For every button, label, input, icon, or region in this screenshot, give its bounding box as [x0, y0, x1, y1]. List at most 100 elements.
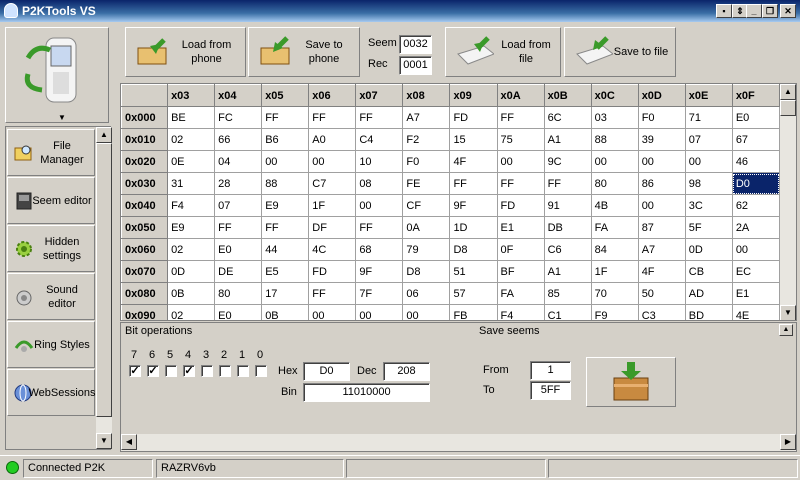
- column-header[interactable]: x06: [308, 84, 357, 107]
- phone-button[interactable]: ▼: [5, 27, 109, 123]
- system-menu-button[interactable]: ▪: [716, 4, 732, 18]
- grid-cell[interactable]: DF: [308, 216, 357, 239]
- row-header[interactable]: 0x050: [121, 216, 169, 239]
- scroll-up-icon[interactable]: ▲: [96, 127, 112, 143]
- bit-checkbox[interactable]: ✓: [147, 365, 159, 377]
- grid-cell[interactable]: 1F: [590, 260, 639, 283]
- grid-cell[interactable]: 87: [637, 216, 686, 239]
- nav-item-sound-editor[interactable]: Sound editor: [7, 273, 95, 320]
- close-button[interactable]: ✕: [780, 4, 796, 18]
- column-header[interactable]: x04: [214, 84, 263, 107]
- grid-cell[interactable]: A1: [543, 260, 592, 283]
- grid-cell[interactable]: 67: [731, 128, 781, 151]
- grid-cell[interactable]: F4: [496, 304, 545, 320]
- panel-collapse-icon[interactable]: ▲: [779, 324, 793, 336]
- grid-cell[interactable]: F0: [402, 150, 451, 173]
- column-header[interactable]: x0F: [731, 84, 781, 107]
- grid-cell[interactable]: 4B: [590, 194, 639, 217]
- grid-cell[interactable]: 9F: [449, 194, 498, 217]
- seem-input[interactable]: 0032: [399, 35, 432, 54]
- grid-cell[interactable]: 91: [543, 194, 592, 217]
- grid-cell[interactable]: A1: [543, 128, 592, 151]
- grid-cell[interactable]: 1D: [449, 216, 498, 239]
- load-from-phone-button[interactable]: Load from phone: [125, 27, 246, 77]
- grid-cell[interactable]: 17: [261, 282, 310, 305]
- load-from-file-button[interactable]: Load from file: [445, 27, 561, 77]
- grid-cell[interactable]: E0: [214, 238, 263, 261]
- save-to-file-button[interactable]: Save to file: [564, 27, 676, 77]
- nav-item-seem-editor[interactable]: Seem editor: [7, 177, 95, 224]
- grid-scroll-thumb[interactable]: [780, 100, 796, 116]
- column-header[interactable]: x09: [449, 84, 498, 107]
- row-header[interactable]: 0x020: [121, 150, 169, 173]
- row-header[interactable]: 0x090: [121, 304, 169, 320]
- grid-cell[interactable]: 28: [214, 172, 263, 195]
- grid-cell[interactable]: 2A: [731, 216, 781, 239]
- grid-cell[interactable]: 08: [355, 172, 404, 195]
- grid-cell[interactable]: E0: [214, 304, 263, 320]
- grid-cell[interactable]: 9F: [355, 260, 404, 283]
- grid-cell[interactable]: 00: [261, 150, 310, 173]
- grid-vertical-scrollbar[interactable]: ▲ ▼: [780, 84, 796, 320]
- grid-cell[interactable]: 7F: [355, 282, 404, 305]
- grid-cell[interactable]: 50: [637, 282, 686, 305]
- grid-cell[interactable]: FB: [449, 304, 498, 320]
- grid-cell[interactable]: 00: [308, 150, 357, 173]
- grid-cell[interactable]: 00: [308, 304, 357, 320]
- grid-cell[interactable]: 00: [731, 238, 781, 261]
- grid-cell[interactable]: 66: [214, 128, 263, 151]
- bit-checkbox[interactable]: [255, 365, 267, 377]
- grid-cell[interactable]: FF: [543, 172, 592, 195]
- grid-cell[interactable]: FF: [496, 106, 545, 129]
- grid-cell[interactable]: BF: [496, 260, 545, 283]
- bin-input[interactable]: 11010000: [303, 383, 430, 402]
- column-header[interactable]: x08: [402, 84, 451, 107]
- scroll-down-icon[interactable]: ▼: [780, 305, 796, 320]
- grid-cell[interactable]: C4: [355, 128, 404, 151]
- grid-cell[interactable]: F2: [402, 128, 451, 151]
- grid-cell[interactable]: FF: [308, 106, 357, 129]
- column-header[interactable]: x03: [167, 84, 216, 107]
- grid-cell[interactable]: 00: [637, 150, 686, 173]
- row-header[interactable]: 0x000: [121, 106, 169, 129]
- grid-cell[interactable]: 02: [167, 238, 216, 261]
- grid-cell[interactable]: E9: [167, 216, 216, 239]
- grid-cell[interactable]: E9: [261, 194, 310, 217]
- grid-cell[interactable]: 75: [496, 128, 545, 151]
- row-header[interactable]: 0x060: [121, 238, 169, 261]
- bit-checkbox[interactable]: ✓: [183, 365, 195, 377]
- grid-cell[interactable]: C3: [637, 304, 686, 320]
- grid-cell[interactable]: 79: [402, 238, 451, 261]
- grid-cell[interactable]: FF: [355, 106, 404, 129]
- grid-cell[interactable]: 6C: [543, 106, 592, 129]
- dec-input[interactable]: 208: [383, 362, 430, 381]
- grid-cell[interactable]: FC: [214, 106, 263, 129]
- grid-cell[interactable]: D8: [402, 260, 451, 283]
- rec-input[interactable]: 0001: [399, 56, 432, 75]
- scroll-right-icon[interactable]: ▶: [780, 434, 796, 450]
- bit-checkbox[interactable]: ✓: [129, 365, 141, 377]
- grid-cell[interactable]: E0: [731, 106, 781, 129]
- grid-cell[interactable]: 00: [355, 194, 404, 217]
- grid-cell[interactable]: C1: [543, 304, 592, 320]
- grid-cell[interactable]: F0: [637, 106, 686, 129]
- grid-cell[interactable]: 0B: [167, 282, 216, 305]
- bottom-horizontal-scrollbar[interactable]: ◀ ▶: [121, 434, 796, 451]
- grid-cell[interactable]: D0: [731, 172, 781, 195]
- grid-cell[interactable]: FF: [308, 282, 357, 305]
- grid-cell[interactable]: 5F: [684, 216, 733, 239]
- save-seems-button[interactable]: [586, 357, 676, 407]
- grid-cell[interactable]: FD: [449, 106, 498, 129]
- grid-cell[interactable]: A7: [402, 106, 451, 129]
- grid-cell[interactable]: 44: [261, 238, 310, 261]
- grid-cell[interactable]: 0B: [261, 304, 310, 320]
- grid-cell[interactable]: F9: [590, 304, 639, 320]
- grid-cell[interactable]: 39: [637, 128, 686, 151]
- grid-cell[interactable]: B6: [261, 128, 310, 151]
- grid-cell[interactable]: 98: [684, 172, 733, 195]
- grid-cell[interactable]: 80: [214, 282, 263, 305]
- grid-cell[interactable]: 80: [590, 172, 639, 195]
- row-header[interactable]: 0x040: [121, 194, 169, 217]
- from-input[interactable]: 1: [530, 361, 571, 380]
- row-header[interactable]: 0x070: [121, 260, 169, 283]
